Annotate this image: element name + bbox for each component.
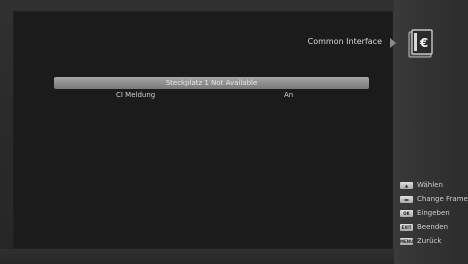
help-label: Eingeben — [417, 208, 450, 217]
common-interface-icon: € — [408, 29, 433, 58]
title-arrow-icon — [390, 38, 396, 48]
help-item-zurueck: MENU Zurück — [400, 234, 468, 248]
help-label: Wählen — [417, 180, 443, 189]
help-item-eingeben: OK Eingeben — [400, 206, 468, 220]
help-item-beenden: EXIT Beenden — [400, 220, 468, 234]
exit-key-icon: EXIT — [400, 223, 413, 231]
help-legend: ▲ Wählen ◄► Change Frame OK Eingeben EXI… — [400, 178, 468, 248]
up-arrow-key-icon: ▲ — [400, 181, 413, 189]
menu-key-icon: MENU — [400, 237, 414, 245]
tv-screen: Common Interface € Steckplatz 1 Not Avai… — [0, 0, 468, 264]
ok-key-icon: OK — [400, 209, 413, 217]
menu-item-slot-1[interactable]: Steckplatz 1 Not Available — [54, 77, 369, 89]
ci-meldung-value: An — [284, 91, 294, 99]
bottom-bar — [0, 249, 394, 264]
help-item-change-frame: ◄► Change Frame — [400, 192, 468, 206]
help-label: Change Frame — [417, 194, 468, 203]
help-item-waehlen: ▲ Wählen — [400, 178, 468, 192]
svg-text:€: € — [419, 36, 428, 50]
help-label: Beenden — [417, 222, 449, 231]
help-label: Zurück — [417, 236, 442, 245]
ci-meldung-label: CI Meldung — [116, 91, 156, 99]
menu-item-ci-meldung[interactable]: CI Meldung An — [54, 90, 369, 100]
left-right-key-icon: ◄► — [400, 195, 413, 203]
content-panel — [13, 11, 394, 249]
page-title: Common Interface — [307, 37, 382, 46]
